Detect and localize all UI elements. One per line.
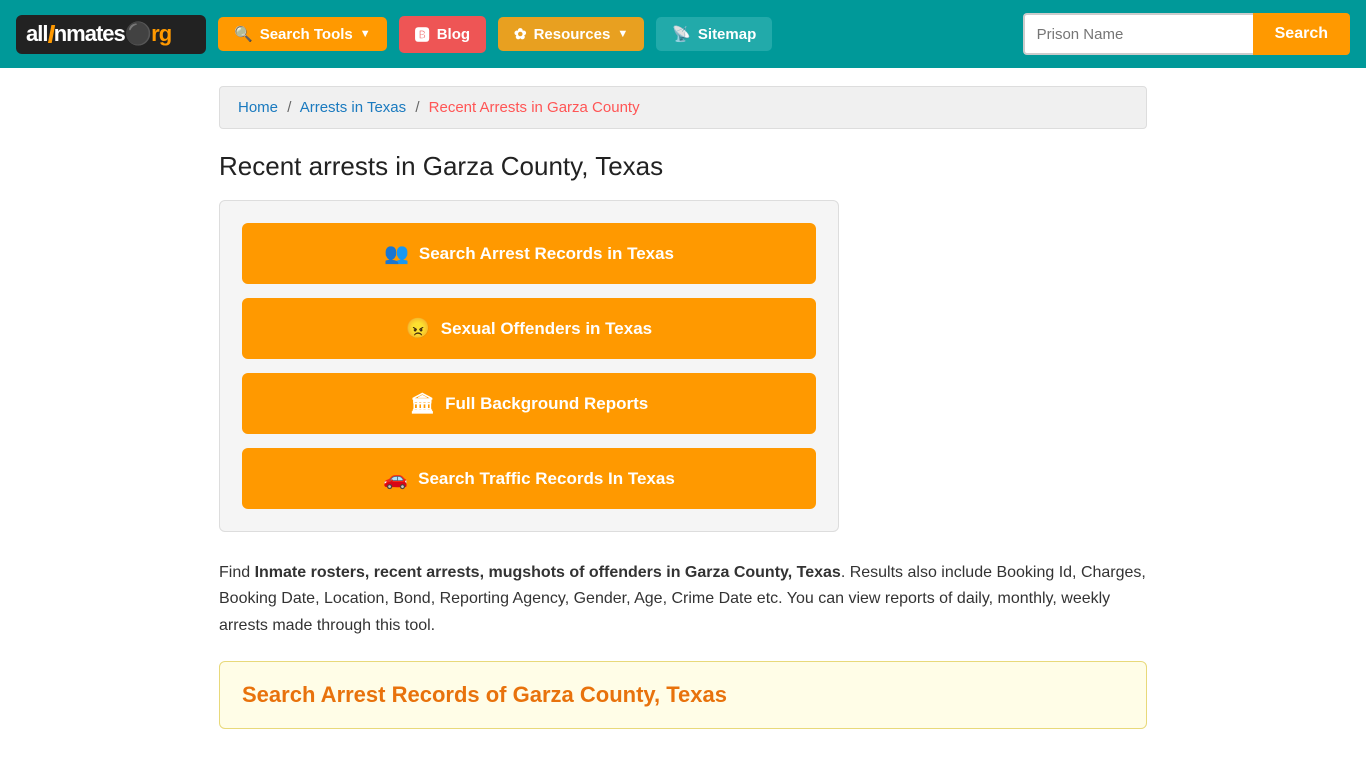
search-tools-button[interactable]: 🔍 Search Tools ▼	[218, 17, 387, 51]
sitemap-button[interactable]: 📡 Sitemap	[656, 17, 772, 51]
breadcrumb-sep-2: /	[415, 99, 419, 116]
blog-label: Blog	[437, 26, 470, 43]
breadcrumb-home[interactable]: Home	[238, 99, 278, 116]
search-arrest-records-section: Search Arrest Records of Garza County, T…	[219, 661, 1147, 729]
page-description: Find Inmate rosters, recent arrests, mug…	[219, 560, 1147, 639]
header-search-button[interactable]: Search	[1253, 13, 1350, 55]
blog-icon: 🅱	[415, 24, 430, 45]
search-section-title: Search Arrest Records of Garza County, T…	[242, 682, 1124, 708]
sitemap-label: Sitemap	[698, 26, 756, 43]
page-title: Recent arrests in Garza County, Texas	[219, 151, 1147, 182]
site-header: allInmates⚫rg 🔍 Search Tools ▼ 🅱 Blog ✿ …	[0, 0, 1366, 68]
site-logo[interactable]: allInmates⚫rg	[16, 15, 206, 54]
main-content: Home / Arrests in Texas / Recent Arrests…	[203, 68, 1163, 747]
description-intro: Find	[219, 564, 255, 581]
background-reports-icon: 🏛	[410, 391, 435, 416]
logo-all: all	[26, 21, 47, 47]
traffic-records-icon: 🚗	[383, 466, 408, 491]
search-icon: 🔍	[234, 25, 253, 43]
logo-nmates: nmates	[54, 21, 125, 47]
sexual-offenders-button[interactable]: 😠 Sexual Offenders in Texas	[242, 298, 816, 359]
header-search-area: Search	[1023, 13, 1350, 55]
resources-caret-icon: ▼	[617, 28, 628, 40]
breadcrumb-current: Recent Arrests in Garza County	[429, 99, 640, 116]
prison-name-input[interactable]	[1023, 13, 1253, 55]
breadcrumb-arrests-texas[interactable]: Arrests in Texas	[300, 99, 406, 116]
arrest-records-label: Search Arrest Records in Texas	[419, 244, 674, 264]
search-traffic-records-button[interactable]: 🚗 Search Traffic Records In Texas	[242, 448, 816, 509]
breadcrumb: Home / Arrests in Texas / Recent Arrests…	[219, 86, 1147, 129]
caret-icon: ▼	[360, 28, 371, 40]
resources-label: Resources	[534, 26, 611, 43]
arrest-records-icon: 👥	[384, 241, 409, 266]
search-arrest-records-button[interactable]: 👥 Search Arrest Records in Texas	[242, 223, 816, 284]
sitemap-icon: 📡	[672, 25, 691, 43]
action-buttons-card: 👥 Search Arrest Records in Texas 😠 Sexua…	[219, 200, 839, 532]
search-tools-label: Search Tools	[260, 26, 353, 43]
header-search-label: Search	[1275, 25, 1328, 42]
resources-button[interactable]: ✿ Resources ▼	[498, 17, 644, 51]
traffic-records-label: Search Traffic Records In Texas	[418, 469, 675, 489]
blog-button[interactable]: 🅱 Blog	[399, 16, 486, 53]
background-reports-label: Full Background Reports	[445, 394, 648, 414]
description-bold: Inmate rosters, recent arrests, mugshots…	[255, 564, 841, 581]
logo-dot: ⚫	[125, 21, 151, 47]
sexual-offenders-label: Sexual Offenders in Texas	[441, 319, 652, 339]
logo-org: rg	[151, 21, 171, 47]
resources-icon: ✿	[514, 25, 527, 43]
breadcrumb-sep-1: /	[287, 99, 291, 116]
sexual-offenders-icon: 😠	[406, 316, 431, 341]
full-background-reports-button[interactable]: 🏛 Full Background Reports	[242, 373, 816, 434]
